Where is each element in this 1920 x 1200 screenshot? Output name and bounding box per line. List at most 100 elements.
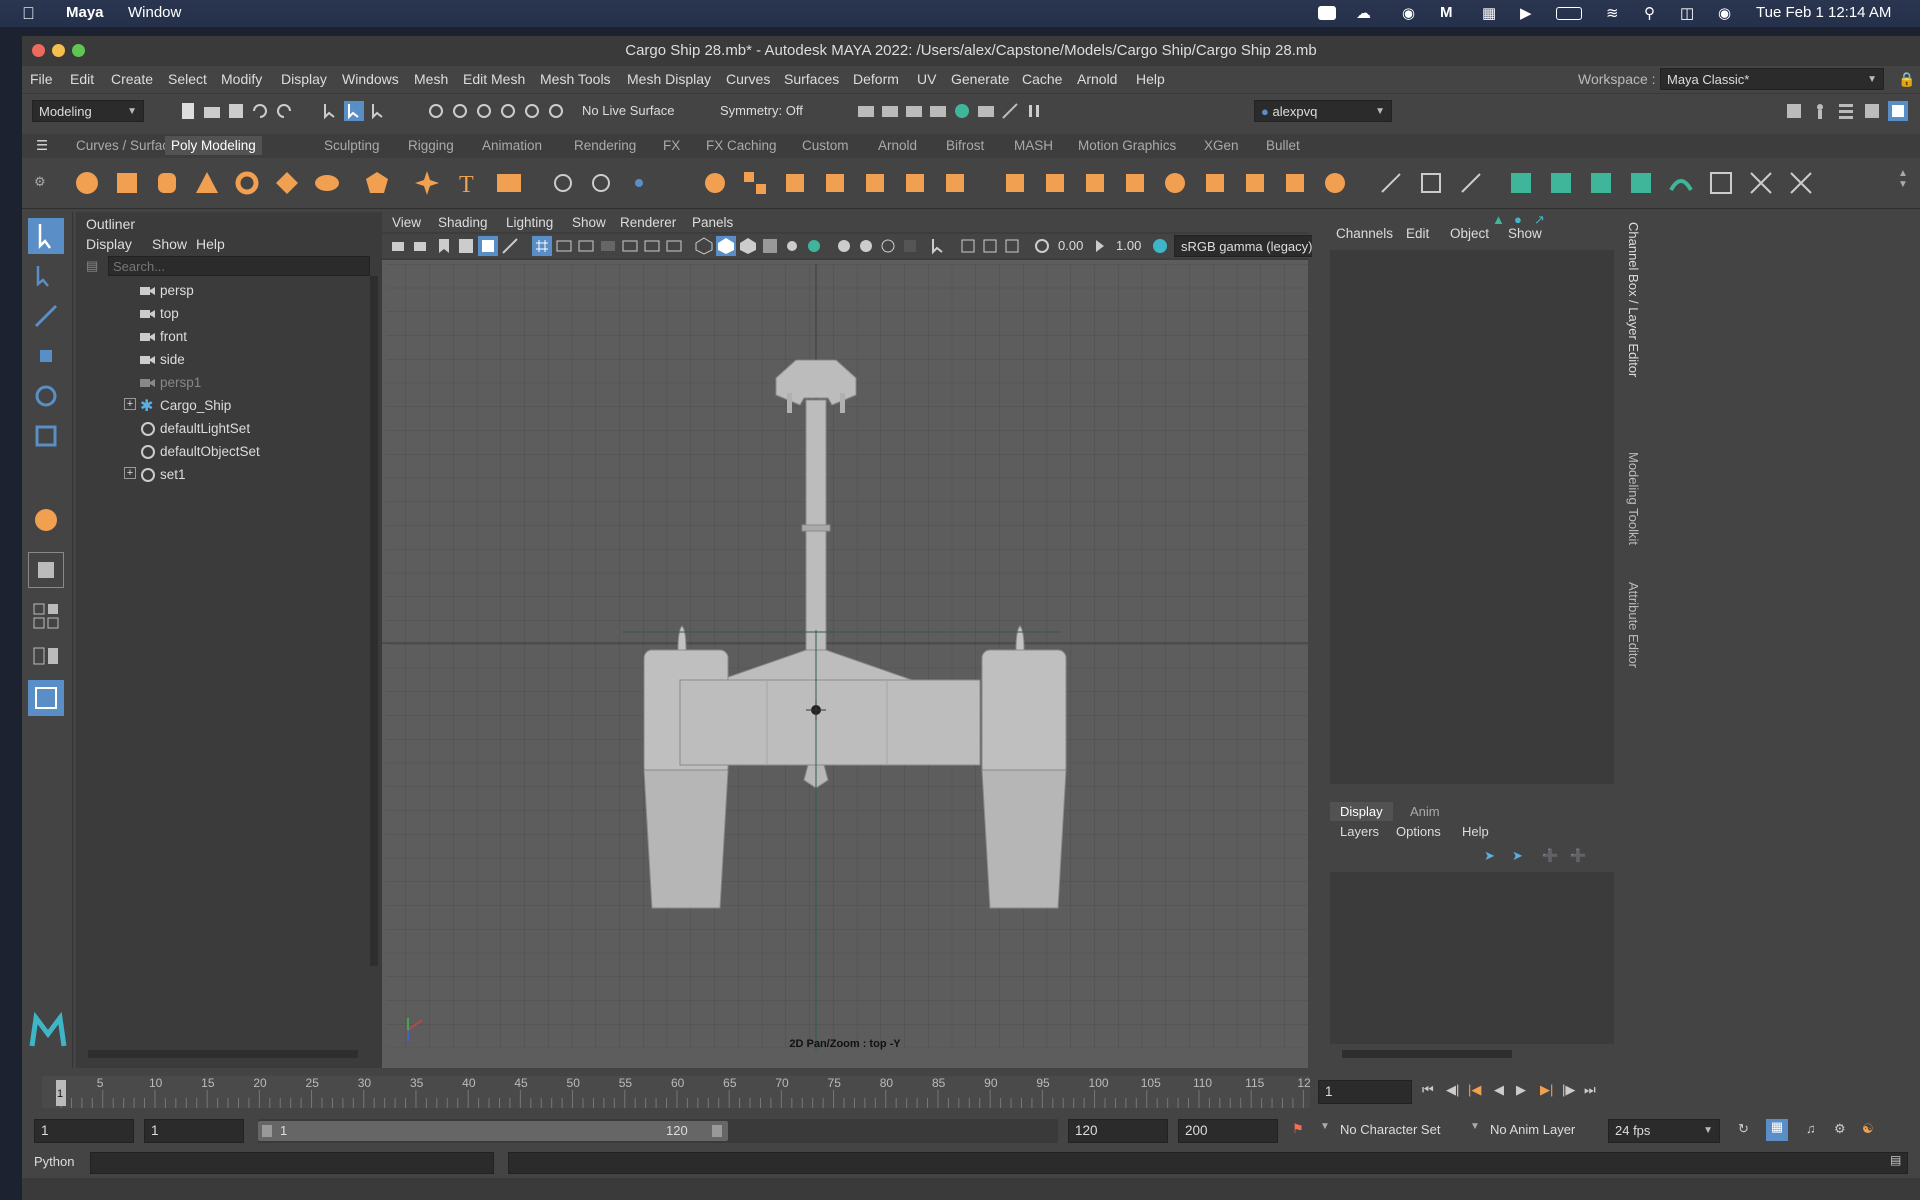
layer-horizontal-scrollbar[interactable] [1342,1050,1512,1058]
anti-aliasing-icon[interactable] [878,236,898,256]
shelf-tab-motion-graphics[interactable]: Motion Graphics [1078,138,1176,153]
isolate-select-icon[interactable] [928,236,948,256]
outliner-item-side[interactable]: side [76,349,376,372]
filter-icon[interactable]: ▤ [86,258,98,274]
poly-cone-icon[interactable] [194,170,220,196]
last-tool-icon[interactable] [28,502,64,538]
move-tool-icon[interactable] [28,338,64,374]
layer-tab-display[interactable]: Display [1330,802,1393,821]
go-to-end-button[interactable]: ⏭ [1584,1082,1596,1098]
step-forward-frame-button[interactable]: |▶ [1562,1082,1575,1098]
shelf-tab-fx-caching[interactable]: FX Caching [706,138,777,153]
uv-editor-icon[interactable] [1418,170,1444,196]
select-hierarchy-icon[interactable] [320,101,340,121]
shadows-icon[interactable] [804,236,824,256]
single-pane-layout-icon[interactable] [28,552,64,588]
new-scene-icon[interactable] [178,101,198,121]
expand-icon[interactable]: + [124,398,136,410]
range-slider-track[interactable]: 1 120 [258,1119,1058,1143]
select-object-icon[interactable] [344,101,364,121]
cache-playback-icon[interactable]: ▦ [1766,1119,1788,1141]
ipr-render-icon[interactable] [904,101,924,121]
super-shape-icon[interactable] [414,170,440,196]
pause-icon[interactable] [1024,101,1044,121]
current-frame-field[interactable]: 1 [1318,1080,1412,1104]
safe-action-icon[interactable] [642,236,662,256]
viewport-scene[interactable]: 2D Pan/Zoom : top -Y [382,260,1308,1068]
wireframe-on-shaded-icon[interactable] [738,236,758,256]
extract-icon[interactable] [782,170,808,196]
layer-list[interactable] [1330,872,1614,1044]
exposure-value[interactable]: 0.00 [1058,238,1083,253]
extrude-icon[interactable] [1002,170,1028,196]
insert-edge-loop-icon[interactable] [1202,170,1228,196]
poly-plane-icon[interactable] [274,170,300,196]
outliner-item-default-light-set[interactable]: defaultLightSet [76,418,376,441]
new-layer-icon[interactable]: ➕ [1542,848,1558,864]
search-icon[interactable]: ⚲ [1644,4,1655,22]
camera-select-icon[interactable] [390,236,410,256]
character-set-select[interactable]: No Character Set [1340,1122,1440,1137]
outliner-layout-icon[interactable] [28,680,64,716]
undo-icon[interactable] [250,101,270,121]
menu-set-select[interactable]: Modeling ▼ [32,100,144,122]
playback-end-field[interactable]: 120 [1068,1119,1168,1143]
snap-point-icon[interactable] [474,101,494,121]
shelf-tab-bullet[interactable]: Bullet [1266,138,1300,153]
menu-arnold[interactable]: Arnold [1077,71,1117,87]
command-input[interactable] [90,1152,494,1174]
poly-cylinder-icon[interactable] [154,170,180,196]
image-plane-icon[interactable] [456,236,476,256]
move-layer-down-icon[interactable]: ➤ [1512,848,1523,864]
layer-tab-anim[interactable]: Anim [1410,804,1440,819]
drive-icon[interactable]: ▦ [1482,4,1496,22]
render-frame-icon[interactable] [856,101,876,121]
select-tool-icon[interactable] [28,218,64,254]
channel-box-toggle-icon[interactable]: ▲ [1492,212,1505,227]
poly-cube-icon[interactable] [114,170,140,196]
menu-create[interactable]: Create [111,71,153,87]
animation-preferences-icon[interactable]: ⚙ [1834,1121,1846,1137]
app-menu[interactable]: Maya [66,4,104,21]
combine-icon[interactable] [702,170,728,196]
poly-torus-icon[interactable] [234,170,260,196]
symmetry-label[interactable]: Symmetry: Off [720,103,803,118]
bookmark-icon[interactable] [434,236,454,256]
checker-icon[interactable] [1708,170,1734,196]
menu-cache[interactable]: Cache [1022,71,1062,87]
mash-icon[interactable] [550,170,576,196]
snap-surface-icon[interactable] [522,101,542,121]
sound-icon[interactable]: ♫ [1806,1121,1816,1136]
live-surface-label[interactable]: No Live Surface [582,103,675,118]
outliner-menu-help[interactable]: Help [196,236,225,252]
shelf-tab-xgen[interactable]: XGen [1204,138,1239,153]
render-sequence-icon[interactable] [880,101,900,121]
script-editor-icon[interactable]: ▤ [1890,1153,1901,1167]
channels-menu[interactable]: Channels [1336,226,1393,241]
play-icon[interactable]: ▶ [1520,4,1532,22]
uv-sew-icon[interactable] [1548,170,1574,196]
select-component-icon[interactable] [368,101,388,121]
shelf-menu-icon[interactable]: ☰ [36,138,48,154]
use-all-lights-icon[interactable] [782,236,802,256]
camera-attributes-icon[interactable] [412,236,432,256]
type-tool-icon[interactable]: T [454,170,480,196]
xray-active-icon[interactable] [1002,236,1022,256]
loop-icon[interactable]: ↻ [1738,1121,1749,1137]
step-back-key-button[interactable]: |◀ [1468,1082,1481,1098]
save-scene-icon[interactable] [226,101,246,121]
outliner-item-front[interactable]: front [76,326,376,349]
menu-mesh-tools[interactable]: Mesh Tools [540,71,611,87]
user-account-select[interactable]: ● alexpvq ▼ [1254,100,1392,122]
xray-joints-icon[interactable] [980,236,1000,256]
menu-generate[interactable]: Generate [951,71,1009,87]
circularize-icon[interactable] [1322,170,1348,196]
smooth-shade-icon[interactable] [716,236,736,256]
creative-cloud-icon[interactable]: ☁ [1356,4,1371,22]
shelf-tab-arnold[interactable]: Arnold [878,138,917,153]
character-icon[interactable]: ☯ [1862,1121,1874,1137]
character-set-chevron-icon[interactable]: ▼ [1320,1121,1330,1132]
paint-select-tool-icon[interactable] [28,298,64,334]
playback-start-field[interactable]: 1 [144,1119,244,1143]
2d-pan-zoom-icon[interactable] [478,236,498,256]
